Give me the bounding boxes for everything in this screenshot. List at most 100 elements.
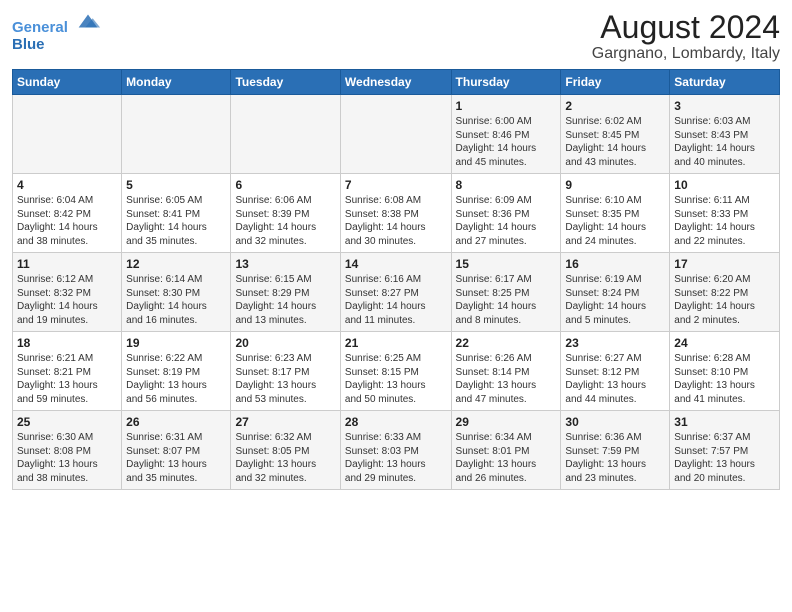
day-number: 27 — [235, 415, 335, 429]
calendar-cell: 16Sunrise: 6:19 AMSunset: 8:24 PMDayligh… — [561, 253, 670, 332]
day-number: 8 — [456, 178, 557, 192]
calendar-cell: 7 Sunrise: 6:08 AMSunset: 8:38 PMDaylight… — [340, 174, 451, 253]
logo-text: General — [12, 10, 102, 37]
day-info: Sunrise: 6:21 AMSunset: 8:21 PMDaylight:… — [17, 352, 117, 406]
day-number: 13 — [235, 257, 335, 271]
calendar-week-4: 18 Sunrise: 6:21 AMSunset: 8:21 PMDayligh… — [13, 332, 780, 411]
day-number: 17 — [674, 257, 775, 271]
day-info: Sunrise: 6:17 AMSunset: 8:25 PMDaylight:… — [456, 273, 557, 327]
calendar-week-5: 25 Sunrise: 6:30 AMSunset: 8:08 PMDayligh… — [13, 411, 780, 490]
calendar-cell: 2Sunrise: 6:02 AMSunset: 8:45 PMDaylight… — [561, 95, 670, 174]
day-number: 2 — [565, 99, 665, 113]
calendar-week-2: 4 Sunrise: 6:04 AMSunset: 8:42 PMDaylight… — [13, 174, 780, 253]
calendar-cell: 19 Sunrise: 6:22 AMSunset: 8:19 PMDayligh… — [122, 332, 231, 411]
calendar-cell — [231, 95, 340, 174]
col-saturday: Saturday — [670, 70, 780, 95]
calendar-cell: 26 Sunrise: 6:31 AMSunset: 8:07 PMDayligh… — [122, 411, 231, 490]
calendar-cell: 1Sunrise: 6:00 AMSunset: 8:46 PMDaylight… — [451, 95, 561, 174]
day-info: Sunrise: 6:12 AMSunset: 8:32 PMDaylight:… — [17, 273, 117, 327]
day-number: 31 — [674, 415, 775, 429]
col-tuesday: Tuesday — [231, 70, 340, 95]
day-info: Sunrise: 6:23 AMSunset: 8:17 PMDaylight:… — [235, 352, 335, 406]
calendar-cell — [122, 95, 231, 174]
day-info: Sunrise: 6:15 AMSunset: 8:29 PMDaylight:… — [235, 273, 335, 327]
calendar-cell: 15Sunrise: 6:17 AMSunset: 8:25 PMDayligh… — [451, 253, 561, 332]
calendar-cell: 9 Sunrise: 6:10 AMSunset: 8:35 PMDaylight… — [561, 174, 670, 253]
calendar-cell: 25 Sunrise: 6:30 AMSunset: 8:08 PMDayligh… — [13, 411, 122, 490]
day-info: Sunrise: 6:30 AMSunset: 8:08 PMDaylight:… — [17, 431, 117, 485]
logo-general: General — [12, 19, 68, 36]
day-info: Sunrise: 6:05 AMSunset: 8:41 PMDaylight:… — [126, 194, 226, 248]
day-number: 11 — [17, 257, 117, 271]
day-info: Sunrise: 6:31 AMSunset: 8:07 PMDaylight:… — [126, 431, 226, 485]
calendar-body: 1Sunrise: 6:00 AMSunset: 8:46 PMDaylight… — [13, 95, 780, 490]
day-number: 18 — [17, 336, 117, 350]
day-number: 19 — [126, 336, 226, 350]
calendar-cell: 8 Sunrise: 6:09 AMSunset: 8:36 PMDaylight… — [451, 174, 561, 253]
day-number: 28 — [345, 415, 447, 429]
calendar-cell: 18 Sunrise: 6:21 AMSunset: 8:21 PMDayligh… — [13, 332, 122, 411]
calendar-cell: 31Sunrise: 6:37 AMSunset: 7:57 PMDayligh… — [670, 411, 780, 490]
col-friday: Friday — [561, 70, 670, 95]
day-number: 26 — [126, 415, 226, 429]
calendar-cell: 20Sunrise: 6:23 AMSunset: 8:17 PMDayligh… — [231, 332, 340, 411]
calendar-cell — [13, 95, 122, 174]
day-info: Sunrise: 6:28 AMSunset: 8:10 PMDaylight:… — [674, 352, 775, 406]
day-number: 1 — [456, 99, 557, 113]
page-subtitle: Gargnano, Lombardy, Italy — [592, 45, 780, 63]
day-info: Sunrise: 6:04 AMSunset: 8:42 PMDaylight:… — [17, 194, 117, 248]
day-info: Sunrise: 6:32 AMSunset: 8:05 PMDaylight:… — [235, 431, 335, 485]
calendar-cell: 13 Sunrise: 6:15 AMSunset: 8:29 PMDayligh… — [231, 253, 340, 332]
day-info: Sunrise: 6:34 AMSunset: 8:01 PMDaylight:… — [456, 431, 557, 485]
day-number: 10 — [674, 178, 775, 192]
day-info: Sunrise: 6:36 AMSunset: 7:59 PMDaylight:… — [565, 431, 665, 485]
day-info: Sunrise: 6:10 AMSunset: 8:35 PMDaylight:… — [565, 194, 665, 248]
page-title: August 2024 — [592, 10, 780, 45]
day-info: Sunrise: 6:22 AMSunset: 8:19 PMDaylight:… — [126, 352, 226, 406]
day-info: Sunrise: 6:11 AMSunset: 8:33 PMDaylight:… — [674, 194, 775, 248]
day-info: Sunrise: 6:06 AMSunset: 8:39 PMDaylight:… — [235, 194, 335, 248]
day-info: Sunrise: 6:14 AMSunset: 8:30 PMDaylight:… — [126, 273, 226, 327]
day-number: 30 — [565, 415, 665, 429]
calendar-week-1: 1Sunrise: 6:00 AMSunset: 8:46 PMDaylight… — [13, 95, 780, 174]
calendar-cell: 10 Sunrise: 6:11 AMSunset: 8:33 PMDayligh… — [670, 174, 780, 253]
day-number: 24 — [674, 336, 775, 350]
day-number: 3 — [674, 99, 775, 113]
day-number: 4 — [17, 178, 117, 192]
day-number: 21 — [345, 336, 447, 350]
day-info: Sunrise: 6:33 AMSunset: 8:03 PMDaylight:… — [345, 431, 447, 485]
col-monday: Monday — [122, 70, 231, 95]
day-info: Sunrise: 6:20 AMSunset: 8:22 PMDaylight:… — [674, 273, 775, 327]
page-container: General Blue August 2024 Gargnano, Lomba… — [0, 0, 792, 498]
calendar-cell: 21 Sunrise: 6:25 AMSunset: 8:15 PMDayligh… — [340, 332, 451, 411]
day-info: Sunrise: 6:25 AMSunset: 8:15 PMDaylight:… — [345, 352, 447, 406]
day-number: 29 — [456, 415, 557, 429]
calendar-table: Sunday Monday Tuesday Wednesday Thursday… — [12, 69, 780, 490]
logo-blue: Blue — [12, 37, 102, 54]
day-number: 16 — [565, 257, 665, 271]
day-info: Sunrise: 6:08 AMSunset: 8:38 PMDaylight:… — [345, 194, 447, 248]
day-number: 23 — [565, 336, 665, 350]
col-sunday: Sunday — [13, 70, 122, 95]
logo: General Blue — [12, 10, 102, 53]
day-info: Sunrise: 6:16 AMSunset: 8:27 PMDaylight:… — [345, 273, 447, 327]
calendar-cell: 3Sunrise: 6:03 AMSunset: 8:43 PMDaylight… — [670, 95, 780, 174]
calendar-cell: 24 Sunrise: 6:28 AMSunset: 8:10 PMDayligh… — [670, 332, 780, 411]
day-info: Sunrise: 6:27 AMSunset: 8:12 PMDaylight:… — [565, 352, 665, 406]
calendar-cell: 23 Sunrise: 6:27 AMSunset: 8:12 PMDayligh… — [561, 332, 670, 411]
calendar-cell: 17 Sunrise: 6:20 AMSunset: 8:22 PMDayligh… — [670, 253, 780, 332]
day-number: 12 — [126, 257, 226, 271]
calendar-header-row: Sunday Monday Tuesday Wednesday Thursday… — [13, 70, 780, 95]
calendar-cell: 28 Sunrise: 6:33 AMSunset: 8:03 PMDayligh… — [340, 411, 451, 490]
calendar-cell: 14 Sunrise: 6:16 AMSunset: 8:27 PMDayligh… — [340, 253, 451, 332]
col-thursday: Thursday — [451, 70, 561, 95]
day-info: Sunrise: 6:26 AMSunset: 8:14 PMDaylight:… — [456, 352, 557, 406]
day-info: Sunrise: 6:09 AMSunset: 8:36 PMDaylight:… — [456, 194, 557, 248]
day-number: 25 — [17, 415, 117, 429]
title-block: August 2024 Gargnano, Lombardy, Italy — [592, 10, 780, 63]
day-number: 9 — [565, 178, 665, 192]
day-number: 7 — [345, 178, 447, 192]
calendar-cell: 4 Sunrise: 6:04 AMSunset: 8:42 PMDaylight… — [13, 174, 122, 253]
calendar-cell: 30 Sunrise: 6:36 AMSunset: 7:59 PMDayligh… — [561, 411, 670, 490]
day-number: 14 — [345, 257, 447, 271]
